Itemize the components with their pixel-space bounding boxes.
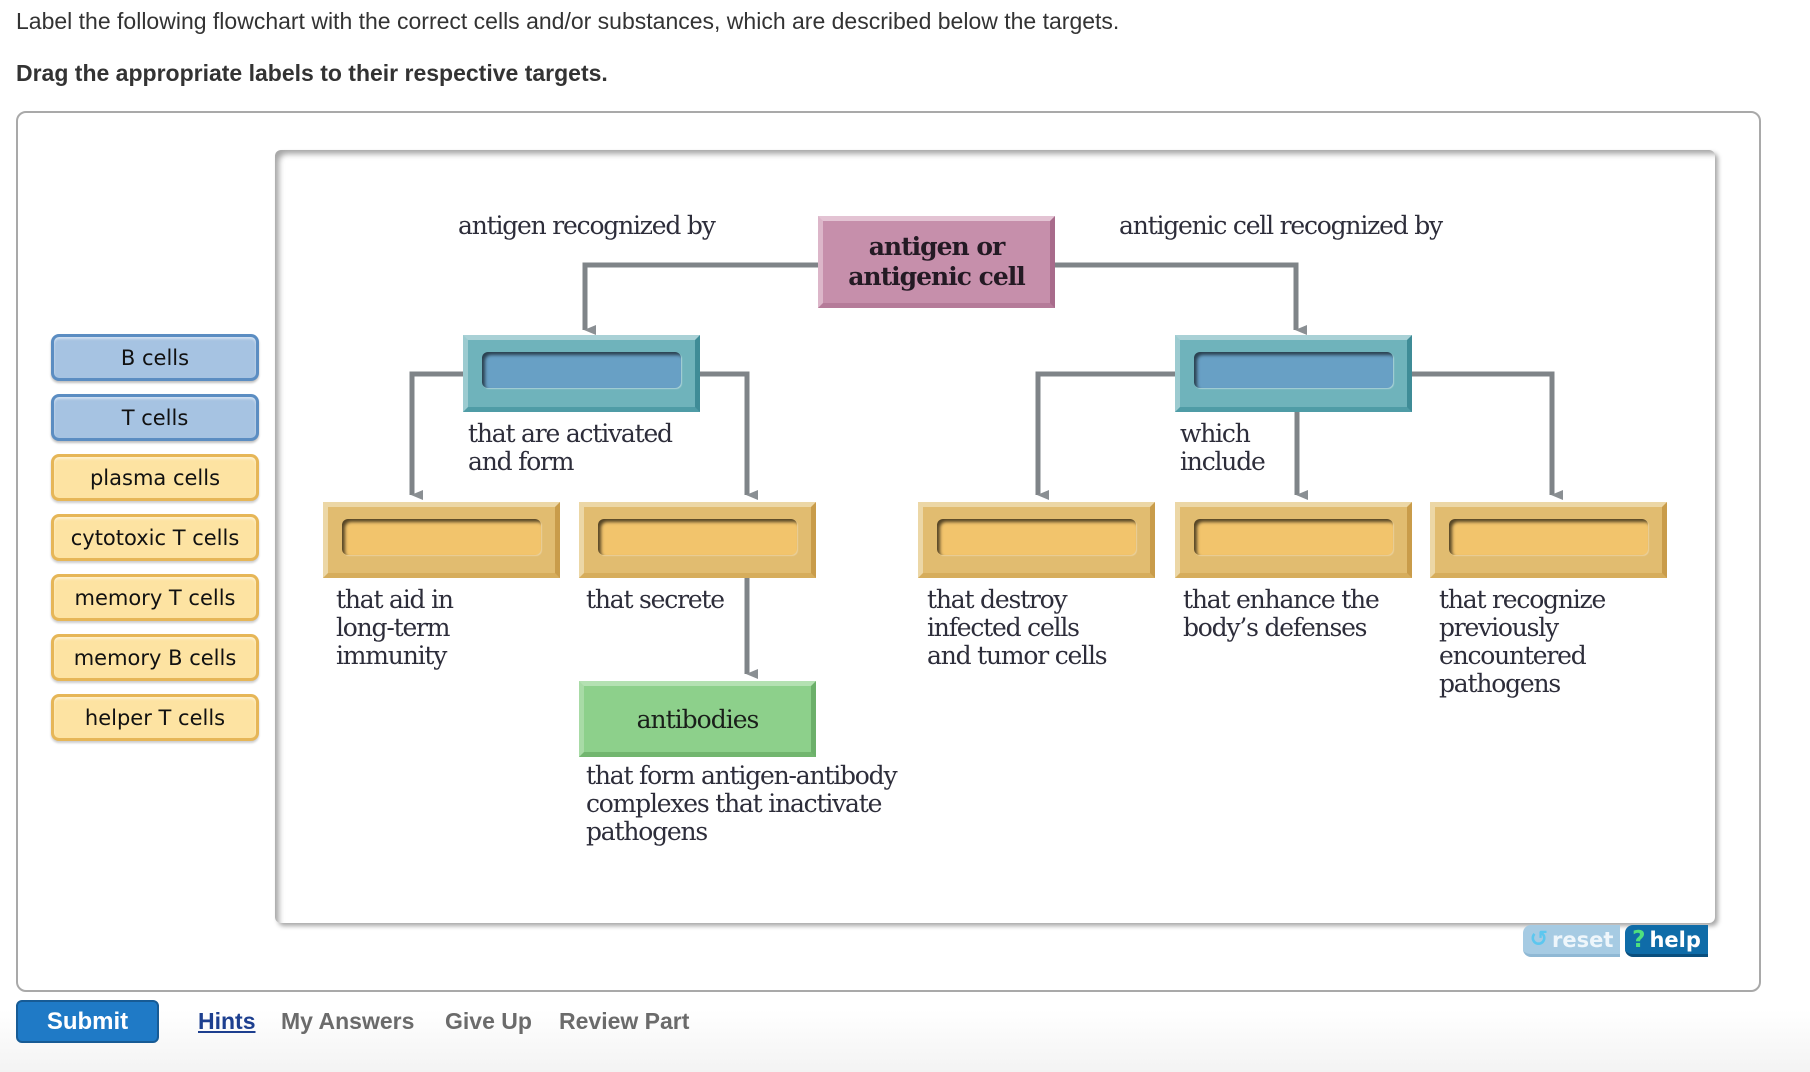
- drop-target-leaf-2[interactable]: [579, 502, 816, 578]
- caption-line: that aid in: [336, 585, 454, 614]
- caption-line: pathogens: [1439, 669, 1561, 698]
- drop-slot[interactable]: [1194, 352, 1393, 388]
- help-label: help: [1649, 927, 1701, 952]
- give-up-link[interactable]: Give Up: [445, 1008, 532, 1035]
- caption-line: and form: [468, 447, 575, 476]
- caption-line: immunity: [336, 641, 447, 670]
- label-memory-b-cells[interactable]: memory B cells: [51, 634, 259, 681]
- caption-line: complexes that inactivate: [586, 789, 882, 818]
- caption-antigen-recognized-by: antigen recognized by: [458, 211, 716, 240]
- caption-line: infected cells: [927, 613, 1080, 642]
- caption-that-secrete: that secrete: [586, 585, 725, 614]
- review-part-link[interactable]: Review Part: [559, 1008, 689, 1035]
- drop-slot[interactable]: [937, 519, 1136, 555]
- caption-line: that are activated: [468, 419, 673, 448]
- submit-button[interactable]: Submit: [16, 1000, 159, 1043]
- caption-line: that form antigen-antibody: [586, 761, 898, 790]
- caption-line: long-term: [336, 613, 450, 642]
- caption-destroy-infected: that destroy infected cells and tumor ce…: [927, 585, 1108, 670]
- drop-target-left-mid[interactable]: [463, 335, 700, 412]
- caption-line: and tumor cells: [927, 641, 1108, 670]
- connector-right-to-leaf3: [1035, 371, 1175, 500]
- help-button[interactable]: ? help: [1625, 925, 1708, 957]
- caption-line: previously: [1439, 613, 1559, 642]
- root-line-2: antigenic cell: [848, 262, 1026, 291]
- caption-antibodies: that form antigen-antibody complexes tha…: [586, 761, 898, 846]
- instruction-text: Label the following flowchart with the c…: [16, 8, 1120, 34]
- my-answers-link[interactable]: My Answers: [281, 1008, 414, 1035]
- label-plasma-cells[interactable]: plasma cells: [51, 454, 259, 501]
- reset-button[interactable]: ↺ reset: [1523, 925, 1620, 957]
- root-line-1: antigen or: [868, 232, 1006, 261]
- caption-line: that secrete: [586, 585, 725, 614]
- caption-line: body’s defenses: [1183, 613, 1368, 642]
- label-cytotoxic-t-cells[interactable]: cytotoxic T cells: [51, 514, 259, 561]
- caption-line: that destroy: [927, 585, 1068, 614]
- antibodies-node: antibodies: [579, 681, 816, 757]
- caption-activated-and-form: that are activated and form: [468, 419, 673, 476]
- caption-line: that enhance the: [1183, 585, 1380, 614]
- connector-root-right: [1053, 262, 1307, 335]
- help-icon: ?: [1632, 926, 1646, 953]
- instruction-bold-text: Drag the appropriate labels to their res…: [16, 60, 608, 86]
- connector-root-left: [582, 262, 818, 335]
- antibodies-label: antibodies: [636, 704, 760, 734]
- drop-target-leaf-3[interactable]: [918, 502, 1155, 578]
- drop-target-leaf-4[interactable]: [1175, 502, 1412, 578]
- connector-right-to-leaf5: [1412, 371, 1563, 500]
- drop-slot[interactable]: [598, 519, 797, 555]
- connector-left-to-leaf2: [698, 371, 758, 500]
- caption-recognize-previous: that recognize previously encountered pa…: [1439, 585, 1606, 698]
- drop-target-right-mid[interactable]: [1175, 335, 1412, 412]
- drop-slot[interactable]: [1449, 519, 1648, 555]
- caption-line: that recognize: [1439, 585, 1606, 614]
- drop-slot[interactable]: [482, 352, 681, 388]
- caption-enhance-defenses: that enhance the body’s defenses: [1183, 585, 1380, 642]
- label-b-cells[interactable]: B cells: [51, 334, 259, 381]
- flowchart-diagram: antigen recognized by antigenic cell rec…: [275, 150, 1715, 923]
- label-memory-t-cells[interactable]: memory T cells: [51, 574, 259, 621]
- label-helper-t-cells[interactable]: helper T cells: [51, 694, 259, 741]
- drop-slot[interactable]: [342, 519, 541, 555]
- caption-line: pathogens: [586, 817, 708, 846]
- caption-line: include: [1180, 447, 1266, 476]
- reset-label: reset: [1552, 927, 1614, 952]
- label-t-cells[interactable]: T cells: [51, 394, 259, 441]
- connector-left-to-leaf1: [409, 371, 463, 500]
- caption-line: which: [1180, 419, 1251, 448]
- caption-which-include: which include: [1180, 419, 1266, 476]
- drop-slot[interactable]: [1194, 519, 1393, 555]
- drop-target-leaf-5[interactable]: [1430, 502, 1667, 578]
- caption-antigenic-cell-recognized-by: antigenic cell recognized by: [1119, 211, 1443, 240]
- caption-line: encountered: [1439, 641, 1587, 670]
- root-node-antigen: antigen or antigenic cell: [818, 216, 1055, 308]
- drop-target-leaf-1[interactable]: [323, 502, 560, 578]
- caption-long-term-immunity: that aid in long-term immunity: [336, 585, 454, 670]
- reset-icon: ↺: [1529, 927, 1549, 952]
- hints-link[interactable]: Hints: [198, 1008, 256, 1035]
